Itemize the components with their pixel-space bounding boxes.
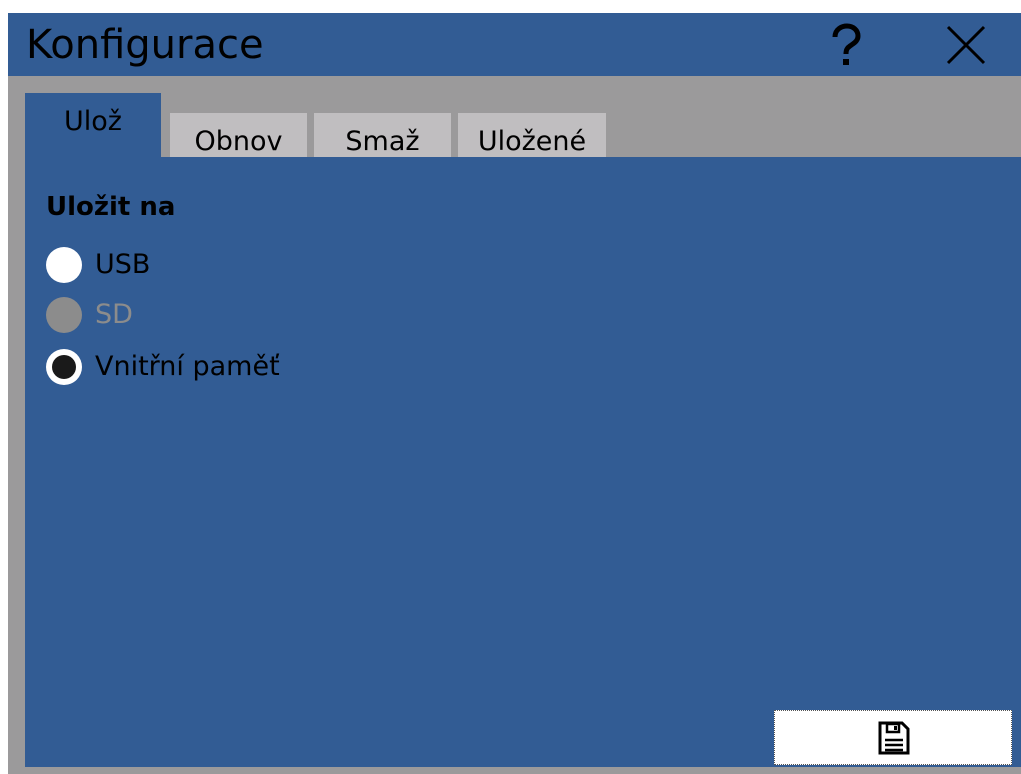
tab-smaz[interactable]: Smaž [314,113,451,157]
tab-uloz[interactable]: Ulož [25,93,161,157]
radio-label-internal-memory: Vnitřní paměť [95,351,280,382]
help-button[interactable] [820,19,872,71]
configuration-dialog: Konfigurace Ulož Obnov Smaž Uložené Ulož… [8,13,1021,774]
radio-button-internal-memory[interactable] [46,349,82,385]
tab-ulozene[interactable]: Uložené [458,113,606,157]
radio-button-sd [46,297,82,333]
close-x-icon [946,25,986,65]
radio-selected-dot [52,355,76,379]
radio-button-usb[interactable] [46,247,82,283]
tab-content-panel: Uložit na USB SD Vnitřní paměť [25,157,1021,767]
radio-label-usb: USB [95,249,151,280]
save-button[interactable] [774,710,1012,765]
title-bar: Konfigurace [8,13,1021,76]
dialog-title: Konfigurace [26,22,264,68]
tab-obnov[interactable]: Obnov [170,113,307,157]
floppy-disk-icon [878,721,910,755]
close-button[interactable] [940,19,992,71]
question-mark-icon [832,23,861,65]
save-location-heading: Uložit na [46,192,176,222]
radio-label-sd: SD [95,299,133,330]
